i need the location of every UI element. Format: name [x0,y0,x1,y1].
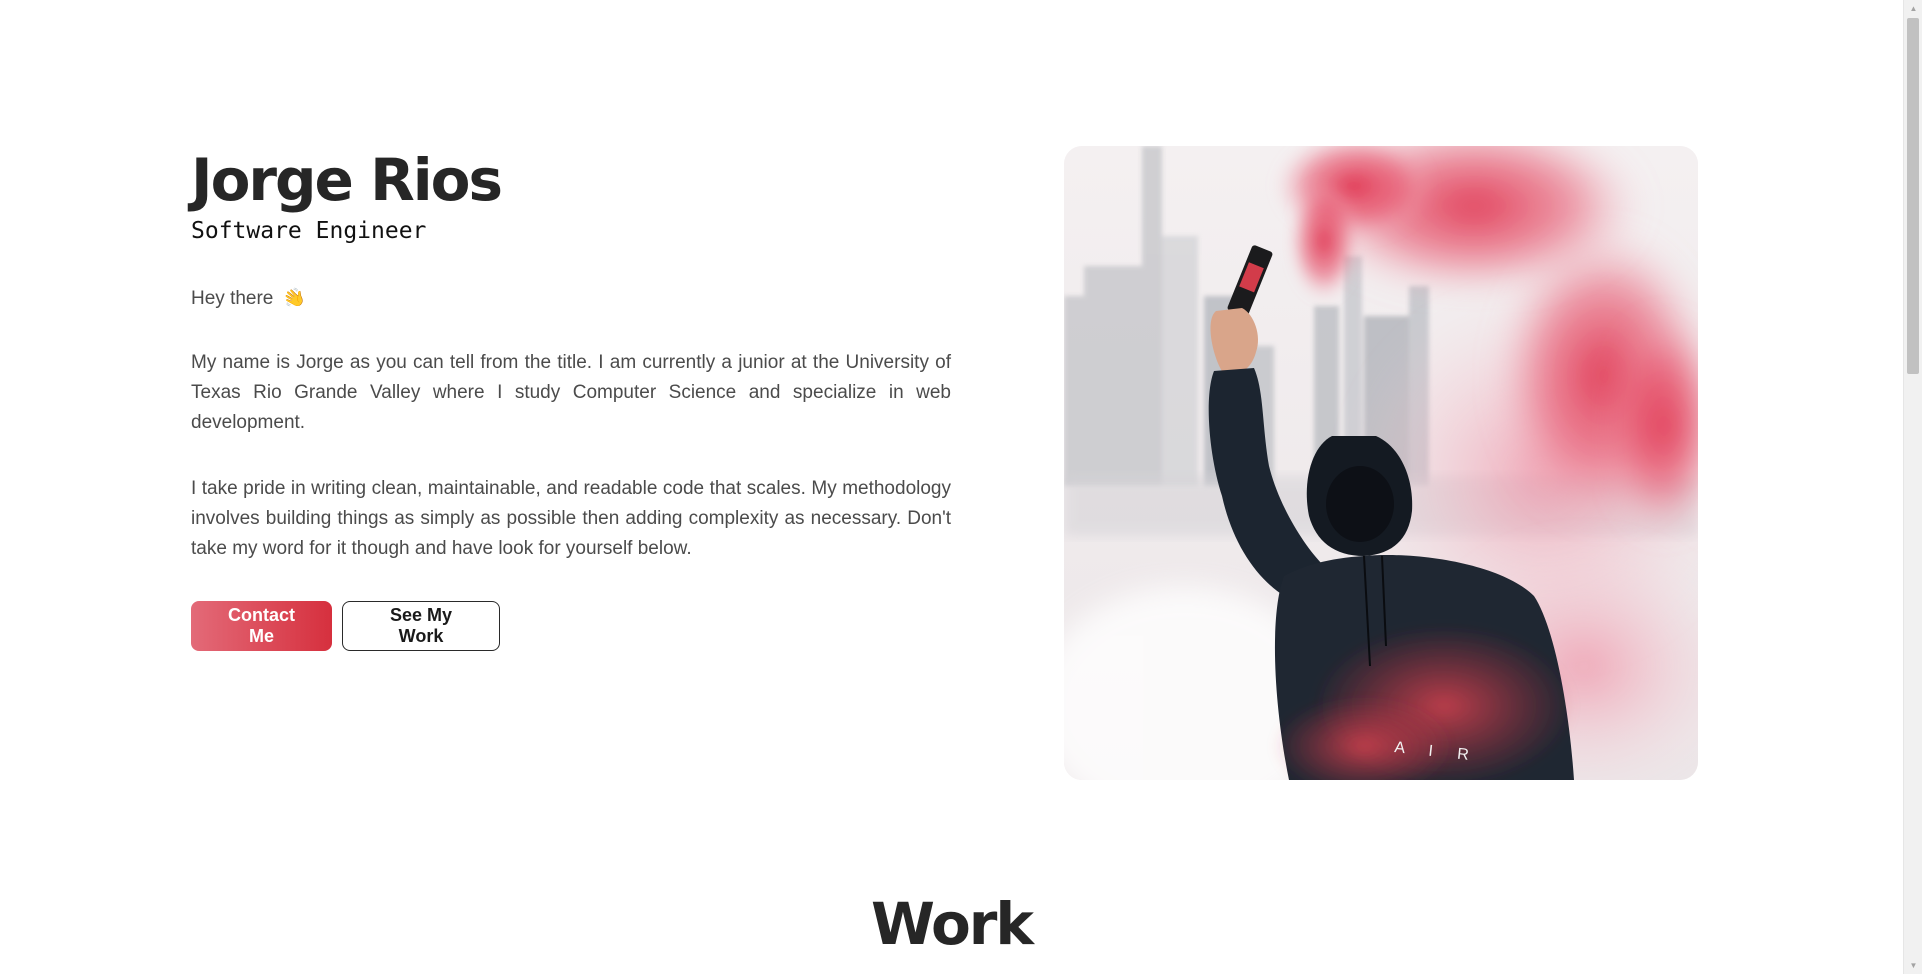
hero-actions: Contact Me See My Work [191,601,951,651]
greeting-text: Hey there [191,288,274,309]
scroll-up-arrow-icon[interactable]: ▲ [1904,0,1922,17]
work-section-title: Work [871,890,1034,958]
viewport: Jorge Rios Software Engineer Hey there 👋… [0,0,1903,974]
hero-role: Software Engineer [191,218,427,244]
intro-paragraph: My name is Jorge as you can tell from th… [191,352,951,433]
scroll-down-arrow-icon[interactable]: ▼ [1904,957,1922,974]
hero-photo: A I R [1064,146,1698,780]
methodology-paragraph: I take pride in writing clean, maintaina… [191,478,951,559]
hero-greeting: Hey there 👋 [191,284,951,313]
see-my-work-button[interactable]: See My Work [342,601,500,651]
hero-name: Jorge Rios [191,146,503,214]
vertical-scrollbar[interactable]: ▲ ▼ [1903,0,1922,974]
waving-hand-icon: 👋 [279,284,308,312]
page: Jorge Rios Software Engineer Hey there 👋… [0,0,1922,974]
scrollbar-thumb[interactable] [1907,18,1919,374]
contact-me-button[interactable]: Contact Me [191,601,332,651]
hero-section: Jorge Rios Software Engineer Hey there 👋… [191,146,951,651]
